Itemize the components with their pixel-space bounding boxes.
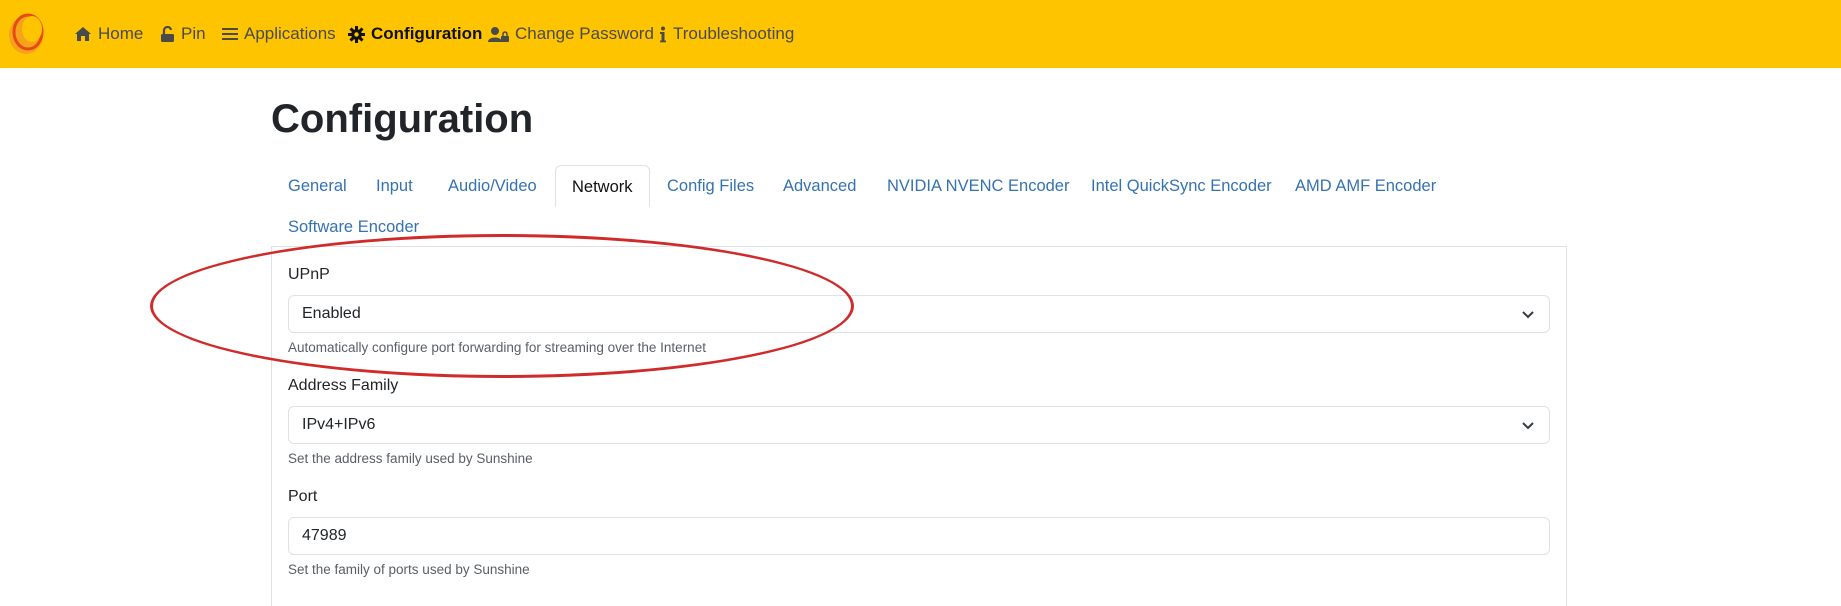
- nav-home[interactable]: Home: [74, 0, 143, 68]
- tab-general[interactable]: General: [288, 176, 347, 196]
- tab-config-files[interactable]: Config Files: [667, 176, 754, 196]
- port-input[interactable]: 47989: [288, 517, 1550, 555]
- tab-advanced[interactable]: Advanced: [783, 176, 856, 196]
- port-help: Set the family of ports used by Sunshine: [288, 562, 530, 577]
- tab-amd-amf-encoder[interactable]: AMD AMF Encoder: [1295, 176, 1436, 196]
- tab-nvidia-nvenc-encoder[interactable]: NVIDIA NVENC Encoder: [887, 176, 1069, 196]
- unlock-icon: [161, 25, 174, 42]
- gear-icon: [348, 25, 365, 43]
- address-family-select-value: IPv4+IPv6: [302, 416, 376, 433]
- list-icon: [222, 28, 238, 40]
- tab-input[interactable]: Input: [376, 176, 413, 196]
- nav-change-password[interactable]: Change Password: [488, 0, 654, 68]
- upnp-select-value: Enabled: [302, 305, 361, 322]
- page-title: Configuration: [271, 97, 534, 141]
- top-navbar: Home Pin Applications Configuration Chan…: [0, 0, 1841, 68]
- tab-network[interactable]: Network: [555, 165, 650, 207]
- address-family-label: Address Family: [288, 377, 399, 394]
- upnp-select[interactable]: Enabled: [288, 295, 1550, 333]
- address-family-select[interactable]: IPv4+IPv6: [288, 406, 1550, 444]
- nav-change-password-label: Change Password: [515, 24, 654, 43]
- nav-configuration-label: Configuration: [371, 24, 483, 43]
- port-input-value: 47989: [302, 527, 347, 544]
- chevron-down-icon: [1522, 422, 1534, 430]
- nav-troubleshooting[interactable]: Troubleshooting: [659, 0, 794, 68]
- nav-home-label: Home: [98, 24, 144, 43]
- sunshine-logo[interactable]: [6, 9, 50, 57]
- nav-configuration[interactable]: Configuration: [348, 0, 482, 68]
- tab-intel-quicksync-encoder[interactable]: Intel QuickSync Encoder: [1091, 176, 1272, 196]
- chevron-down-icon: [1522, 311, 1534, 319]
- address-family-help: Set the address family used by Sunshine: [288, 451, 533, 466]
- nav-pin-label: Pin: [181, 24, 206, 43]
- home-icon: [75, 27, 91, 41]
- tab-audio-video[interactable]: Audio/Video: [448, 176, 537, 196]
- user-lock-icon: [488, 26, 509, 42]
- port-label: Port: [288, 488, 318, 505]
- upnp-label: UPnP: [288, 266, 330, 283]
- info-icon: [660, 26, 666, 42]
- upnp-help: Automatically configure port forwarding …: [288, 340, 706, 355]
- tab-software-encoder[interactable]: Software Encoder: [288, 217, 419, 237]
- nav-troubleshooting-label: Troubleshooting: [673, 24, 795, 43]
- nav-applications[interactable]: Applications: [222, 0, 336, 68]
- nav-pin[interactable]: Pin: [160, 0, 206, 68]
- nav-applications-label: Applications: [244, 24, 336, 43]
